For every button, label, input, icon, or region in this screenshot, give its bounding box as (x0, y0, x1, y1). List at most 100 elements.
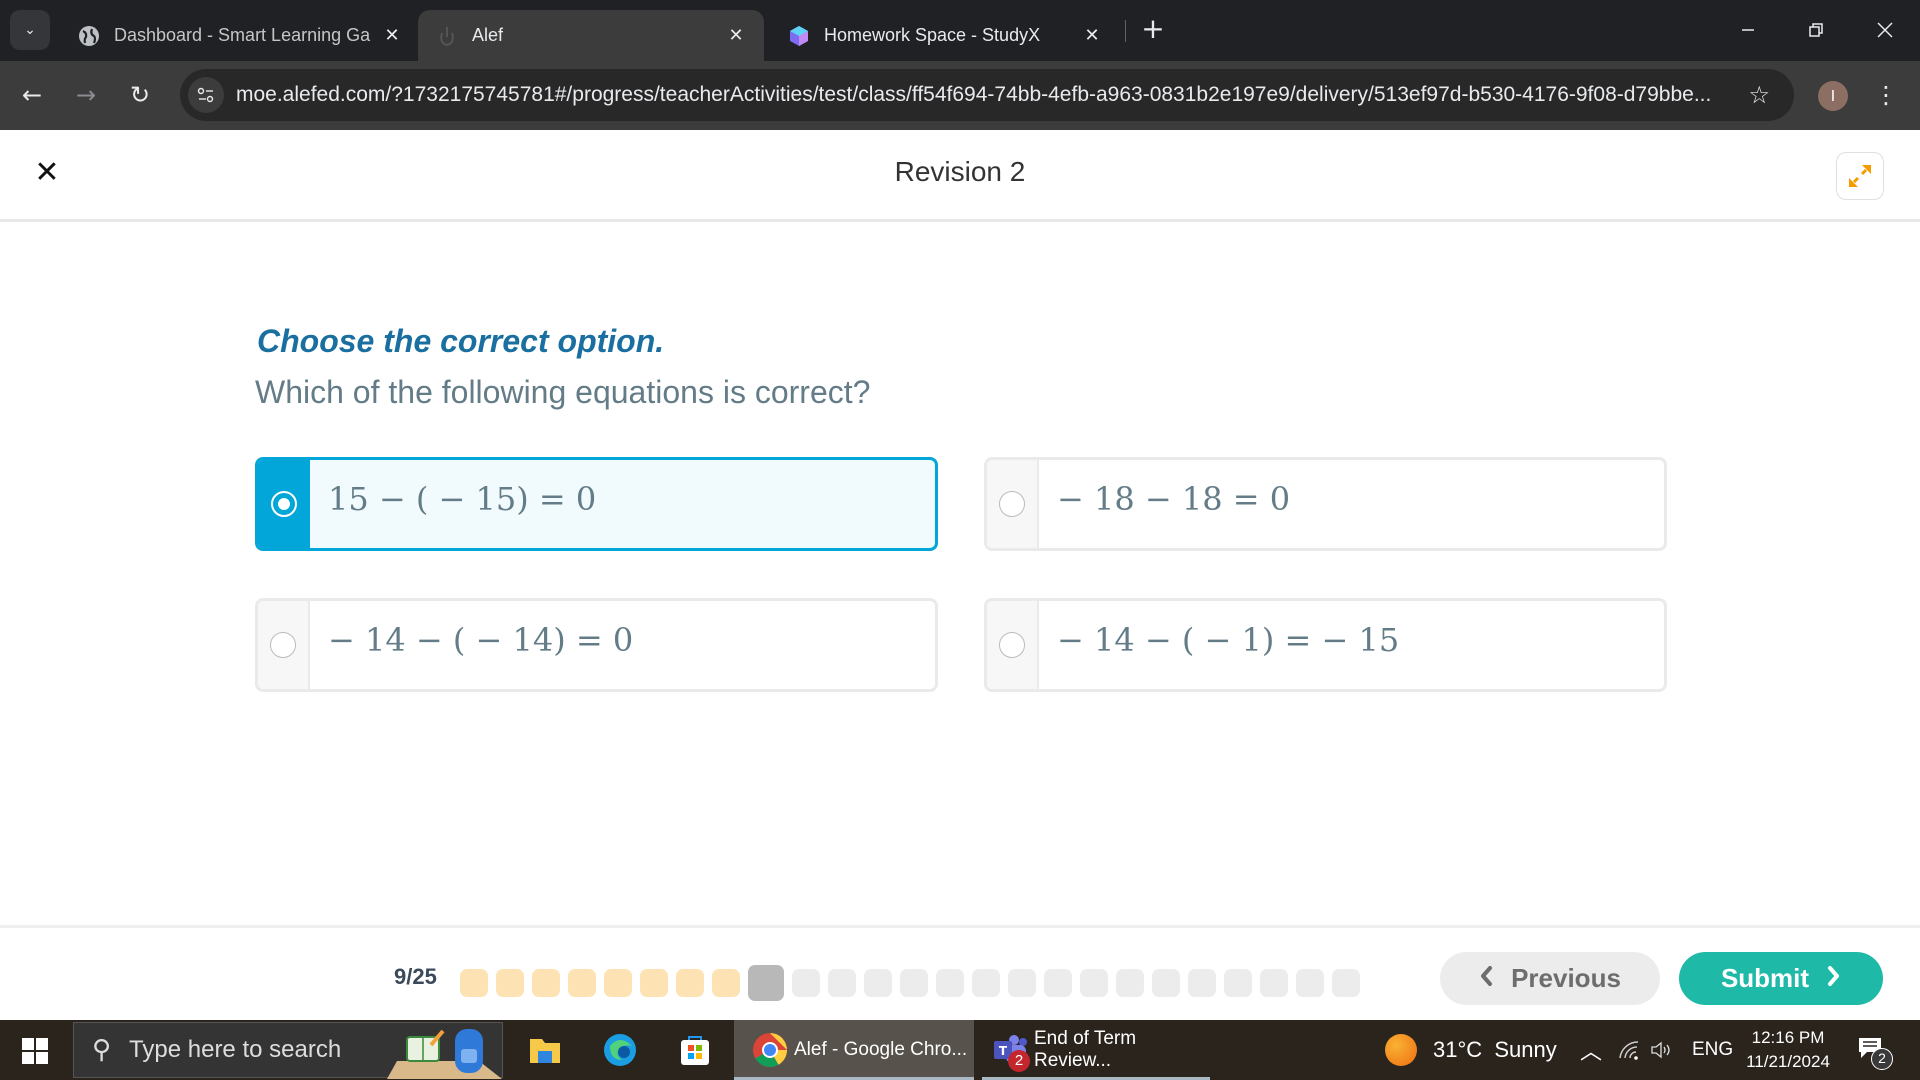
tab-alef[interactable]: Alef ✕ (418, 10, 764, 61)
progress-pip[interactable] (900, 969, 928, 997)
url-text[interactable]: moe.alefed.com/?1732175745781#/progress/… (236, 83, 1716, 107)
tab-separator (1125, 20, 1126, 42)
taskbar-app-teams[interactable]: T 2 End of Term Review... (982, 1020, 1210, 1080)
arrow-right-icon: → (75, 81, 97, 109)
progress-pip[interactable] (828, 969, 856, 997)
radio-column (258, 460, 310, 548)
progress-pip[interactable] (568, 969, 596, 997)
close-tab-icon[interactable]: ✕ (724, 25, 748, 46)
clock-date: 11/21/2024 (1746, 1052, 1830, 1071)
svg-text:T: T (999, 1044, 1008, 1058)
progress-pip[interactable] (676, 969, 704, 997)
teams-badge: 2 (1008, 1050, 1030, 1072)
progress-pip[interactable] (1008, 969, 1036, 997)
arrow-left-icon: ← (21, 81, 43, 109)
tab-title: Alef (472, 25, 504, 45)
answer-option-2[interactable]: − 18 − 18 = 0 (984, 457, 1667, 551)
tab-title: Homework Space - StudyX (824, 25, 1041, 45)
option-equation: − 14 − ( − 14) = 0 (328, 621, 634, 659)
forward-button[interactable]: → (68, 77, 104, 113)
taskbar-clock[interactable]: 12:16 PM 11/21/2024 (1740, 1026, 1836, 1074)
browser-tab-strip: ⌄ Dashboard - Smart Learning Ga ✕ Alef ✕… (0, 0, 1920, 61)
progress-pip[interactable] (604, 969, 632, 997)
question-instruction: Choose the correct option. (257, 323, 665, 359)
progress-pip[interactable] (1188, 969, 1216, 997)
answer-option-3[interactable]: − 14 − ( − 14) = 0 (255, 598, 938, 692)
option-equation: − 18 − 18 = 0 (1057, 480, 1291, 518)
chevron-down-icon: ⌄ (24, 22, 36, 38)
close-tab-icon[interactable]: ✕ (380, 25, 404, 46)
volume-icon[interactable] (1650, 1020, 1674, 1080)
minimize-icon (1742, 29, 1754, 31)
search-highlight-art-icon (387, 1029, 502, 1079)
progress-pip[interactable] (1080, 969, 1108, 997)
tab-search-button[interactable]: ⌄ (10, 10, 50, 50)
file-explorer-icon[interactable] (525, 1030, 565, 1070)
minimize-button[interactable] (1725, 10, 1771, 50)
browser-toolbar: ← → ↻ moe.alefed.com/?1732175745781#/pro… (0, 61, 1920, 130)
radio-button[interactable] (270, 632, 296, 658)
tab-dashboard[interactable]: Dashboard - Smart Learning Ga ✕ (60, 10, 420, 61)
back-button[interactable]: ← (14, 77, 50, 113)
browser-menu-button[interactable]: ⋮ (1874, 77, 1898, 113)
taskbar-app-chrome[interactable]: Alef - Google Chro... (734, 1020, 974, 1080)
address-bar[interactable]: moe.alefed.com/?1732175745781#/progress/… (180, 69, 1794, 121)
reload-button[interactable]: ↻ (122, 77, 158, 113)
tab-title: Dashboard - Smart Learning Ga (114, 25, 371, 45)
progress-pip[interactable] (1044, 969, 1072, 997)
bookmark-star-icon[interactable]: ☆ (1748, 81, 1770, 109)
progress-pip[interactable] (1224, 969, 1252, 997)
progress-pip[interactable] (640, 969, 668, 997)
progress-pip[interactable] (1152, 969, 1180, 997)
progress-pip[interactable] (972, 969, 1000, 997)
progress-pip[interactable] (1260, 969, 1288, 997)
network-icon[interactable] (1618, 1020, 1640, 1080)
progress-pip[interactable] (792, 969, 820, 997)
chevron-left-icon (1479, 963, 1493, 994)
globe-icon (78, 25, 100, 47)
option-equation: − 14 − ( − 1) = − 15 (1057, 621, 1400, 659)
progress-pip-current[interactable] (748, 965, 784, 1001)
microsoft-store-icon[interactable] (675, 1030, 715, 1070)
alef-icon (436, 25, 458, 47)
answer-option-1[interactable]: 15 − ( − 15) = 0 (255, 457, 938, 551)
start-button[interactable] (22, 1038, 48, 1064)
progress-pip[interactable] (532, 969, 560, 997)
reload-icon: ↻ (129, 81, 151, 109)
sun-icon (1385, 1034, 1417, 1066)
close-window-button[interactable] (1862, 10, 1908, 50)
previous-button[interactable]: Previous (1440, 952, 1660, 1005)
taskbar-search[interactable]: ⚲ Type here to search (73, 1022, 503, 1079)
edge-icon[interactable] (600, 1030, 640, 1070)
show-hidden-icons-button[interactable]: ︿ (1580, 1020, 1602, 1080)
radio-button[interactable] (999, 632, 1025, 658)
search-icon: ⚲ (92, 1035, 112, 1065)
notification-icon: 2 (1855, 1032, 1893, 1070)
tune-icon (197, 87, 214, 103)
progress-pip[interactable] (460, 969, 488, 997)
progress-pip[interactable] (712, 969, 740, 997)
weather-widget[interactable]: 31°C Sunny (1385, 1020, 1557, 1080)
radio-column (987, 460, 1039, 548)
new-tab-button[interactable]: + (1138, 14, 1168, 44)
fullscreen-button[interactable] (1836, 152, 1884, 200)
progress-pip[interactable] (496, 969, 524, 997)
notification-center-button[interactable]: 2 (1855, 1020, 1893, 1080)
progress-pip[interactable] (1332, 969, 1360, 997)
weather-text: 31°C Sunny (1433, 1037, 1557, 1062)
language-indicator[interactable]: ENG (1692, 1020, 1733, 1080)
restore-button[interactable] (1793, 10, 1839, 50)
radio-button[interactable] (999, 491, 1025, 517)
progress-pip[interactable] (936, 969, 964, 997)
profile-avatar[interactable]: I (1818, 81, 1848, 111)
answer-option-4[interactable]: − 14 − ( − 1) = − 15 (984, 598, 1667, 692)
submit-button[interactable]: Submit (1679, 952, 1883, 1005)
progress-pip[interactable] (864, 969, 892, 997)
progress-pip[interactable] (1296, 969, 1324, 997)
radio-button-selected[interactable] (271, 491, 297, 517)
site-info-button[interactable] (188, 77, 224, 113)
page-header: ✕ Revision 2 (0, 130, 1920, 222)
tab-studyx[interactable]: Homework Space - StudyX ✕ (770, 10, 1120, 61)
progress-pip[interactable] (1116, 969, 1144, 997)
close-tab-icon[interactable]: ✕ (1080, 25, 1104, 46)
